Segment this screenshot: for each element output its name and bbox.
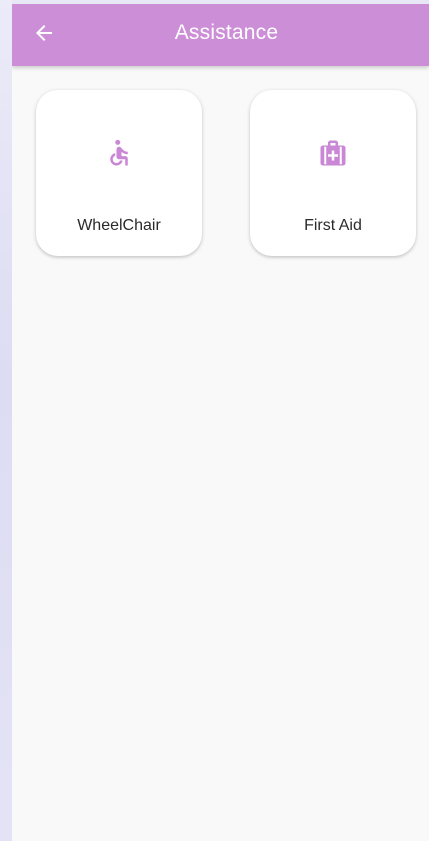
first-aid-card[interactable]: First Aid	[250, 90, 416, 256]
app-screen: Assistance WheelChair First Aid	[12, 4, 429, 841]
page-title: Assistance	[174, 21, 279, 44]
wheelchair-icon	[110, 139, 128, 166]
app-bar: Assistance	[12, 4, 429, 66]
background-strip	[0, 0, 12, 841]
service-grid: WheelChair First Aid	[36, 90, 416, 256]
first-aid-kit-icon	[320, 140, 346, 166]
first-aid-label: First Aid	[304, 217, 362, 234]
wheelchair-card[interactable]: WheelChair	[36, 90, 202, 256]
wheelchair-label: WheelChair	[77, 217, 161, 234]
